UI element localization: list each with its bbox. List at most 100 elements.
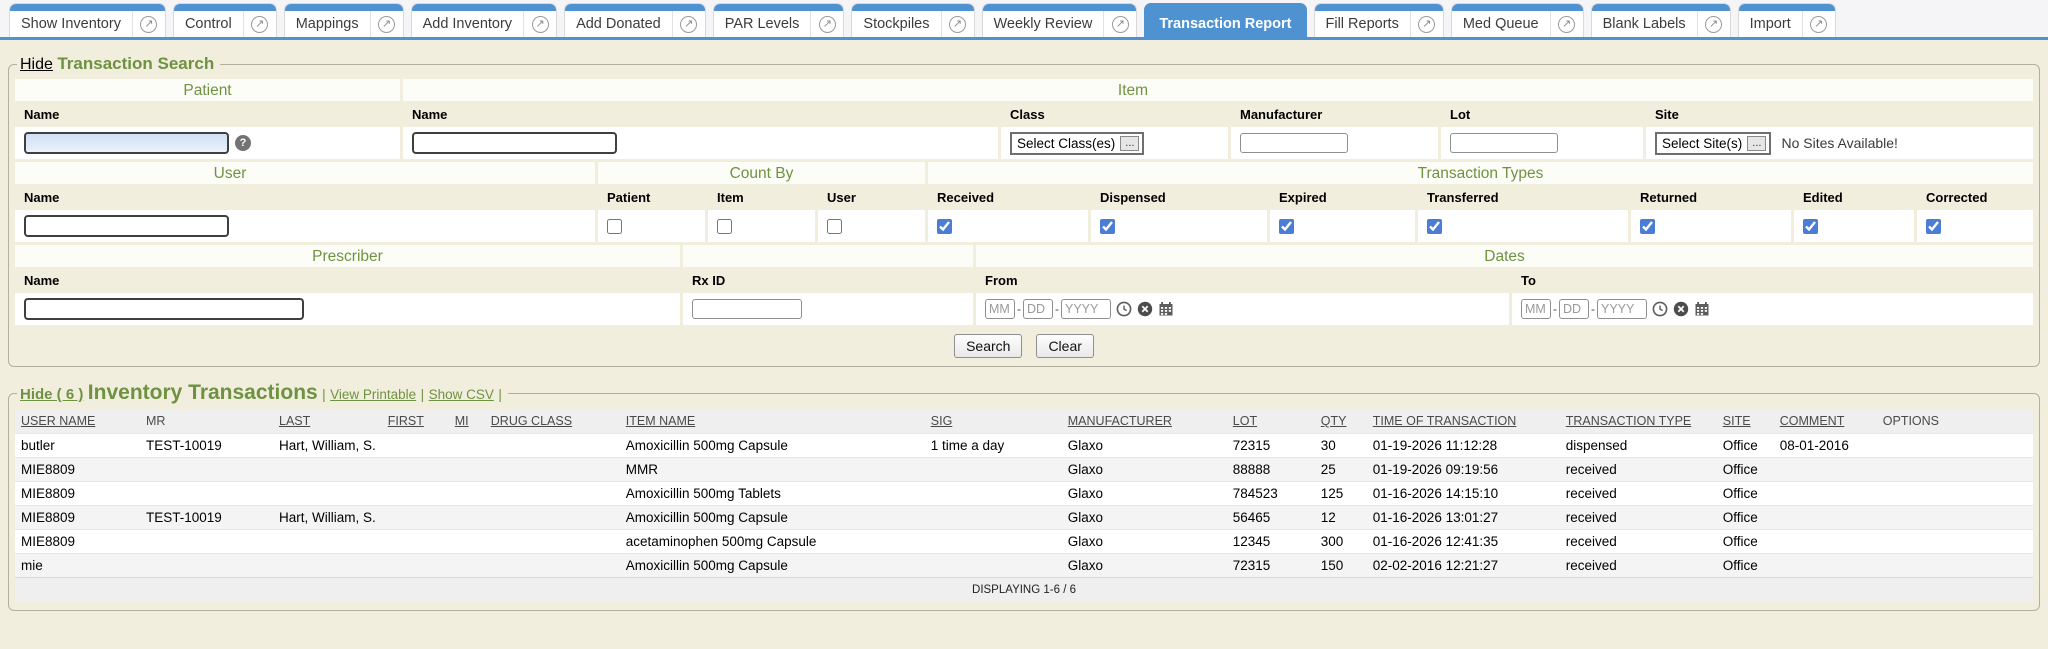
sort-column-link[interactable]: USER NAME — [21, 414, 95, 428]
sort-column-link[interactable]: DRUG CLASS — [491, 414, 572, 428]
from-year-input[interactable] — [1061, 299, 1111, 319]
tab[interactable]: Blank Labels↗ — [1591, 3, 1731, 37]
select-sites-ellipsis-button[interactable]: ... — [1747, 136, 1766, 151]
open-new-window-icon[interactable]: ↗ — [524, 16, 556, 33]
cell: MMR — [620, 458, 925, 482]
open-new-window-icon[interactable]: ↗ — [1104, 16, 1136, 33]
from-clock-icon[interactable] — [1116, 301, 1132, 317]
to-year-input[interactable] — [1597, 299, 1647, 319]
cell — [449, 458, 485, 482]
prescriber-name-input[interactable] — [24, 298, 304, 320]
sort-column-link[interactable]: MANUFACTURER — [1068, 414, 1172, 428]
select-classes-widget[interactable]: Select Class(es) ... — [1010, 132, 1144, 155]
count-by-user-checkbox[interactable] — [827, 219, 842, 234]
cell — [1877, 554, 2033, 578]
manufacturer-input[interactable] — [1240, 133, 1348, 153]
user-name-input[interactable] — [24, 215, 229, 237]
sort-column-link[interactable]: LAST — [279, 414, 310, 428]
search-button[interactable]: Search — [954, 334, 1022, 358]
inventory-transactions-panel: Hide ( 6 ) Inventory Transactions | View… — [8, 381, 2040, 611]
tab[interactable]: Stockpiles↗ — [851, 3, 974, 37]
item-name-input[interactable] — [412, 132, 617, 154]
cell: TEST-10019 — [140, 434, 273, 458]
to-day-input[interactable] — [1559, 299, 1589, 319]
type-edited-checkbox[interactable] — [1803, 219, 1818, 234]
cell — [1877, 458, 2033, 482]
tab[interactable]: Import↗ — [1738, 3, 1836, 37]
to-clear-icon[interactable] — [1673, 301, 1689, 317]
type-returned-checkbox[interactable] — [1640, 219, 1655, 234]
tab[interactable]: Med Queue↗ — [1451, 3, 1584, 37]
cell: received — [1560, 458, 1717, 482]
cell — [1774, 554, 1877, 578]
from-day-input[interactable] — [1023, 299, 1053, 319]
prescriber-dates-label-row: Name Rx ID From To — [15, 270, 2033, 290]
open-new-window-icon[interactable]: ↗ — [942, 16, 974, 33]
tab-active[interactable]: Transaction Report — [1144, 3, 1306, 37]
to-clock-icon[interactable] — [1652, 301, 1668, 317]
open-new-window-icon[interactable]: ↗ — [1411, 16, 1443, 33]
open-new-window-icon[interactable]: ↗ — [673, 16, 705, 33]
patient-name-input[interactable] — [24, 132, 229, 154]
sort-column-link[interactable]: FIRST — [388, 414, 424, 428]
tab[interactable]: PAR Levels↗ — [713, 3, 845, 37]
open-new-window-icon[interactable]: ↗ — [133, 16, 165, 33]
tab-top-accent — [714, 4, 844, 11]
tab[interactable]: Weekly Review↗ — [982, 3, 1138, 37]
hide-transactions-link[interactable]: Hide ( 6 ) — [20, 386, 83, 403]
open-new-window-glyph: ↗ — [949, 16, 966, 33]
tab[interactable]: Add Donated↗ — [564, 3, 706, 37]
open-new-window-icon[interactable]: ↗ — [811, 16, 843, 33]
show-csv-link[interactable]: Show CSV — [429, 387, 494, 402]
sort-column-link[interactable]: SIG — [931, 414, 953, 428]
select-sites-widget[interactable]: Select Site(s) ... — [1655, 132, 1771, 155]
lot-input[interactable] — [1450, 133, 1558, 153]
rx-id-input[interactable] — [692, 299, 802, 319]
sort-column-link[interactable]: TRANSACTION TYPE — [1566, 414, 1691, 428]
from-clear-icon[interactable] — [1137, 301, 1153, 317]
sort-column-link[interactable]: TIME OF TRANSACTION — [1373, 414, 1517, 428]
from-calendar-icon[interactable] — [1158, 301, 1174, 317]
cell — [382, 530, 449, 554]
type-expired-checkbox[interactable] — [1279, 219, 1294, 234]
cell — [382, 506, 449, 530]
type-corrected-checkbox[interactable] — [1926, 219, 1941, 234]
type-received-checkbox[interactable] — [937, 219, 952, 234]
view-printable-link[interactable]: View Printable — [330, 387, 416, 402]
class-label: Class — [1001, 104, 1228, 124]
type-dispensed-checkbox[interactable] — [1100, 219, 1115, 234]
tab[interactable]: Mappings↗ — [284, 3, 404, 37]
sort-column-link[interactable]: QTY — [1321, 414, 1347, 428]
hide-search-link[interactable]: Hide — [20, 56, 53, 73]
to-month-input[interactable] — [1521, 299, 1551, 319]
clear-button[interactable]: Clear — [1036, 334, 1093, 358]
open-new-window-icon[interactable]: ↗ — [1803, 16, 1835, 33]
help-icon[interactable]: ? — [235, 135, 251, 151]
from-month-input[interactable] — [985, 299, 1015, 319]
tab[interactable]: Control↗ — [173, 3, 277, 37]
open-new-window-icon[interactable]: ↗ — [1551, 16, 1583, 33]
sort-column-link[interactable]: COMMENT — [1780, 414, 1845, 428]
tab[interactable]: Show Inventory↗ — [9, 3, 166, 37]
tab[interactable]: Add Inventory↗ — [411, 3, 557, 37]
sort-column-link[interactable]: SITE — [1723, 414, 1751, 428]
count-by-patient-checkbox[interactable] — [607, 219, 622, 234]
sort-column-link[interactable]: LOT — [1233, 414, 1257, 428]
open-new-window-icon[interactable]: ↗ — [1698, 16, 1730, 33]
cell — [449, 506, 485, 530]
open-new-window-icon[interactable]: ↗ — [371, 16, 403, 33]
select-classes-ellipsis-button[interactable]: ... — [1120, 136, 1139, 151]
open-new-window-glyph: ↗ — [1705, 16, 1722, 33]
tab[interactable]: Fill Reports↗ — [1314, 3, 1444, 37]
count-by-item-checkbox[interactable] — [717, 219, 732, 234]
sort-column-link[interactable]: ITEM NAME — [626, 414, 695, 428]
cell — [273, 530, 382, 554]
to-calendar-icon[interactable] — [1694, 301, 1710, 317]
open-new-window-icon[interactable]: ↗ — [244, 16, 276, 33]
tab-label: Add Donated — [565, 16, 672, 32]
tab-top-accent — [1452, 4, 1583, 11]
tab-top-accent — [565, 4, 705, 11]
type-transferred-checkbox[interactable] — [1427, 219, 1442, 234]
cell — [382, 434, 449, 458]
sort-column-link[interactable]: MI — [455, 414, 469, 428]
